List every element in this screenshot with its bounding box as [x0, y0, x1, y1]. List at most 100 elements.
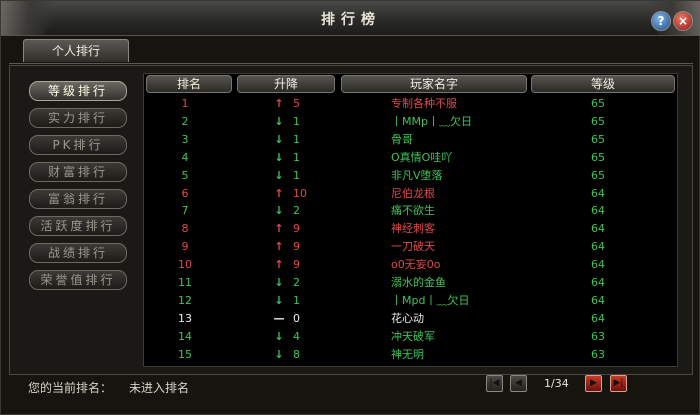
prev-page-button[interactable]: ◀: [510, 375, 527, 392]
sidebar-item-wealth-ranking[interactable]: 财富排行: [29, 162, 127, 182]
header-rank[interactable]: 排名: [146, 75, 232, 93]
close-button[interactable]: ×: [673, 11, 693, 31]
table-row[interactable]: 2 ↓ 1 丨MMp丨﹏欠日 65: [143, 113, 678, 131]
arrow-up-icon: ↑: [274, 97, 284, 110]
level-cell: 64: [591, 240, 605, 254]
help-button[interactable]: ?: [651, 11, 671, 31]
level-cell: 64: [591, 293, 605, 307]
sidebar-item-record-ranking[interactable]: 战绩排行: [29, 243, 127, 263]
table-row[interactable]: 6 ↑ 10 尼伯龙根 64: [143, 185, 678, 203]
change-cell: 9: [293, 258, 300, 272]
rank-cell: 15: [178, 347, 192, 361]
player-name-cell: 骨哥: [391, 132, 413, 146]
change-cell: 10: [293, 186, 307, 200]
sidebar-item-level-ranking[interactable]: 等级排行: [29, 81, 127, 101]
table-row[interactable]: 15 ↓ 8 神无明 63: [143, 346, 678, 364]
tab-personal-ranking[interactable]: 个人排行: [23, 39, 129, 62]
next-page-button[interactable]: ▶: [585, 375, 602, 392]
current-rank-value: 未进入排名: [129, 381, 190, 395]
change-cell: 8: [293, 347, 300, 361]
change-cell: 5: [293, 97, 300, 110]
table-row[interactable]: 11 ↓ 2 溺水的金鱼 64: [143, 274, 678, 292]
sidebar-item-power-ranking[interactable]: 实力排行: [29, 108, 127, 128]
arrow-down-icon: ↓: [274, 276, 284, 289]
current-rank-label: 您的当前排名：: [28, 381, 113, 395]
level-cell: 64: [591, 222, 605, 236]
level-cell: 65: [591, 168, 605, 182]
last-page-button[interactable]: ▶|: [610, 375, 627, 392]
window-title: 排行榜: [321, 12, 381, 28]
player-name-cell: 丨Mpd丨﹏欠日: [391, 293, 470, 307]
arrow-down-icon: ↓: [274, 293, 284, 307]
rank-cell: 2: [181, 114, 189, 128]
table-row[interactable]: 5 ↓ 1 非凡V堕落 65: [143, 167, 678, 185]
header-name[interactable]: 玩家名字: [341, 75, 527, 93]
change-cell: 9: [293, 222, 300, 236]
player-name-cell: o0无妄0o: [391, 258, 441, 272]
player-name-cell: 溺水的金鱼: [391, 276, 446, 289]
rank-cell: 10: [178, 258, 192, 272]
player-name-cell: O真情O哇吖: [391, 150, 453, 164]
rank-cell: 13: [178, 311, 192, 325]
player-name-cell: 冲天破军: [391, 329, 435, 343]
change-cell: 2: [293, 204, 300, 218]
rank-cell: 4: [181, 150, 189, 164]
player-name-cell: 丨MMp丨﹏欠日: [391, 114, 472, 128]
change-cell: 2: [293, 276, 300, 289]
player-name-cell: 痛不欲生: [391, 204, 435, 218]
header-level[interactable]: 等级: [531, 75, 675, 93]
arrow-down-icon: ↓: [274, 329, 284, 343]
level-cell: 63: [591, 329, 605, 343]
level-cell: 65: [591, 132, 605, 146]
change-cell: 1: [293, 114, 300, 128]
level-cell: 65: [591, 150, 605, 164]
player-name-cell: 一刀破天: [391, 240, 435, 254]
table-row[interactable]: 14 ↓ 4 冲天破军 63: [143, 328, 678, 346]
sidebar-item-honor-ranking[interactable]: 荣誉值排行: [29, 270, 127, 290]
table-row[interactable]: 4 ↓ 1 O真情O哇吖 65: [143, 149, 678, 167]
table-row[interactable]: 12 ↓ 1 丨Mpd丨﹏欠日 64: [143, 292, 678, 310]
table-row[interactable]: 8 ↑ 9 神经刺客 64: [143, 220, 678, 238]
rank-cell: 12: [178, 293, 192, 307]
tab-bar: 个人排行: [9, 37, 693, 64]
page-indicator: 1/34: [544, 377, 569, 390]
change-cell: 1: [293, 132, 300, 146]
rank-cell: 7: [181, 204, 189, 218]
sidebar-item-activity-ranking[interactable]: 活跃度排行: [29, 216, 127, 236]
level-cell: 65: [591, 114, 605, 128]
level-cell: 64: [591, 186, 605, 200]
change-cell: 9: [293, 240, 300, 254]
first-page-button[interactable]: |◀: [486, 375, 503, 392]
table-row[interactable]: 10 ↑ 9 o0无妄0o 64: [143, 256, 678, 274]
dash-icon: —: [273, 311, 285, 325]
arrow-up-icon: ↑: [274, 240, 284, 254]
arrow-down-icon: ↓: [274, 168, 284, 182]
arrow-down-icon: ↓: [274, 347, 284, 361]
rank-cell: 6: [181, 186, 189, 200]
rank-cell: 14: [178, 329, 192, 343]
arrow-down-icon: ↓: [274, 204, 284, 218]
sidebar-item-pk-ranking[interactable]: PK排行: [29, 135, 127, 155]
table-row[interactable]: 9 ↑ 9 一刀破天 64: [143, 238, 678, 256]
sidebar-item-tycoon-ranking[interactable]: 富翁排行: [29, 189, 127, 209]
change-cell: 1: [293, 150, 300, 164]
rank-cell: 9: [181, 240, 189, 254]
header-change[interactable]: 升降: [237, 75, 335, 93]
rank-cell: 11: [178, 276, 192, 289]
table-row[interactable]: 7 ↓ 2 痛不欲生 64: [143, 202, 678, 220]
table-row[interactable]: 13 — 0 花心动 64: [143, 310, 678, 328]
player-name-cell: 神无明: [391, 347, 424, 361]
player-name-cell: 神经刺客: [391, 222, 435, 236]
rank-cell: 3: [181, 132, 189, 146]
title-bar[interactable]: 排行榜 ? ×: [1, 1, 700, 36]
arrow-up-icon: ↑: [274, 222, 284, 236]
level-cell: 64: [591, 204, 605, 218]
change-cell: 1: [293, 168, 300, 182]
level-cell: 63: [591, 347, 605, 361]
player-name-cell: 专制各种不服: [391, 97, 457, 110]
table-row[interactable]: 1 ↑ 5 专制各种不服 65: [143, 95, 678, 113]
change-cell: 0: [293, 311, 300, 325]
ranking-window: 排行榜 ? × 个人排行 等级排行 实力排行 PK排行 财富排行 富翁排行 活跃…: [0, 0, 700, 415]
rank-cell: 5: [181, 168, 189, 182]
table-row[interactable]: 3 ↓ 1 骨哥 65: [143, 131, 678, 149]
